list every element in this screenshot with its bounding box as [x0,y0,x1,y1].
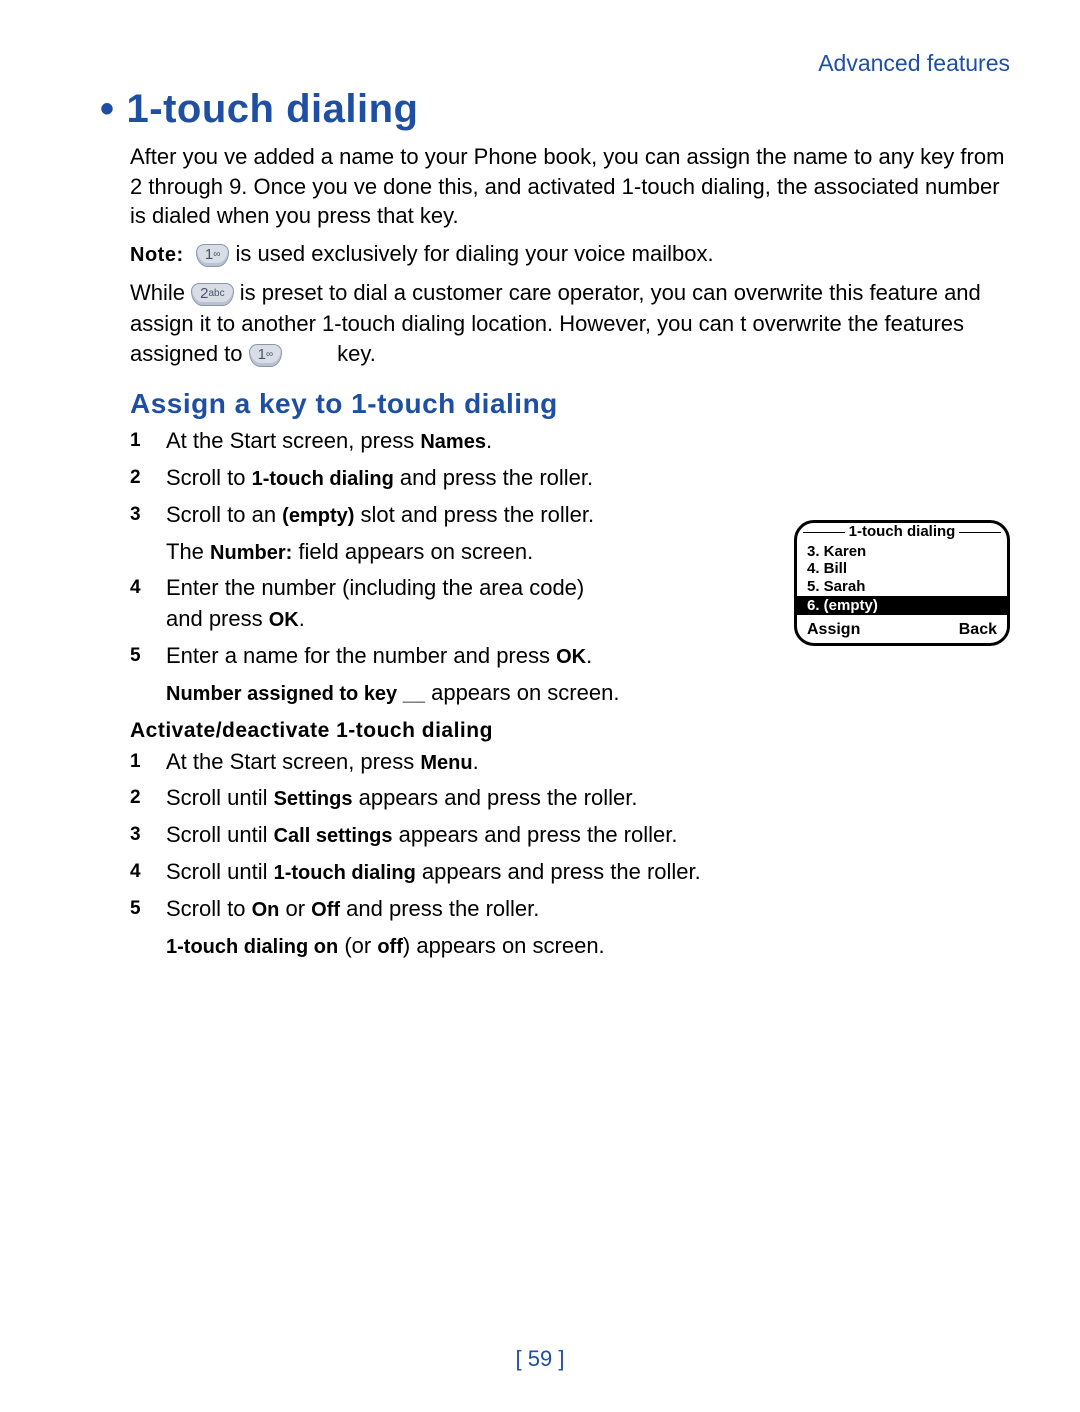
step-1: At the Start screen, press Names. [130,426,626,457]
phone-screen-illustration: 1-touch dialing 3. Karen 4. Bill 5. Sara… [794,520,1010,646]
page-title-text: 1-touch dialing [127,87,419,131]
note-label: Note: [130,244,184,266]
activate-step-5: Scroll to On or Off and press the roller… [130,894,1010,962]
assign-heading: Assign a key to 1-touch dialing [130,388,1010,420]
page-title: •1-touch dialing [100,87,1010,132]
section-header: Advanced features [130,50,1010,77]
activate-heading: Activate/deactivate 1-touch dialing [130,719,1010,743]
key-2-icon: 2abc [191,283,233,306]
phone-row-3: 3. Karen [807,543,997,560]
step-5: Enter a name for the number and press OK… [130,641,626,709]
intro-paragraph: After you ve added a name to your Phone … [130,142,1010,231]
key-1-icon: 1∞ [196,244,229,267]
softkey-back: Back [959,621,997,639]
note-text: is used exclusively for dialing your voi… [235,241,713,266]
activate-step-3: Scroll until Call settings appears and p… [130,820,1010,851]
note-line: Note: 1∞ is used exclusively for dialing… [130,239,1010,270]
phone-row-5: 5. Sarah [807,578,997,595]
activate-step-4: Scroll until 1-touch dialing appears and… [130,857,1010,888]
activate-steps-list: At the Start screen, press Menu. Scroll … [130,747,1010,962]
phone-row-4: 4. Bill [807,560,997,577]
step-4: Enter the number (including the area cod… [130,573,626,635]
step-2: Scroll to 1-touch dialing and press the … [130,463,626,494]
activate-step-2: Scroll until Settings appears and press … [130,783,1010,814]
phone-softkeys: Assign Back [797,615,1007,643]
softkey-assign: Assign [807,621,860,639]
key-1b-icon: 1∞ [249,344,282,367]
phone-title: 1-touch dialing [845,523,960,540]
phone-row-6-selected: 6. (empty) [797,596,1007,615]
page-number: [ 59 ] [0,1346,1080,1372]
while-paragraph: While 2abc is preset to dial a customer … [130,278,1010,370]
activate-step-1: At the Start screen, press Menu. [130,747,1010,778]
step-3: Scroll to an (empty) slot and press the … [130,500,626,568]
phone-list: 3. Karen 4. Bill 5. Sarah 6. (empty) [797,541,1007,615]
